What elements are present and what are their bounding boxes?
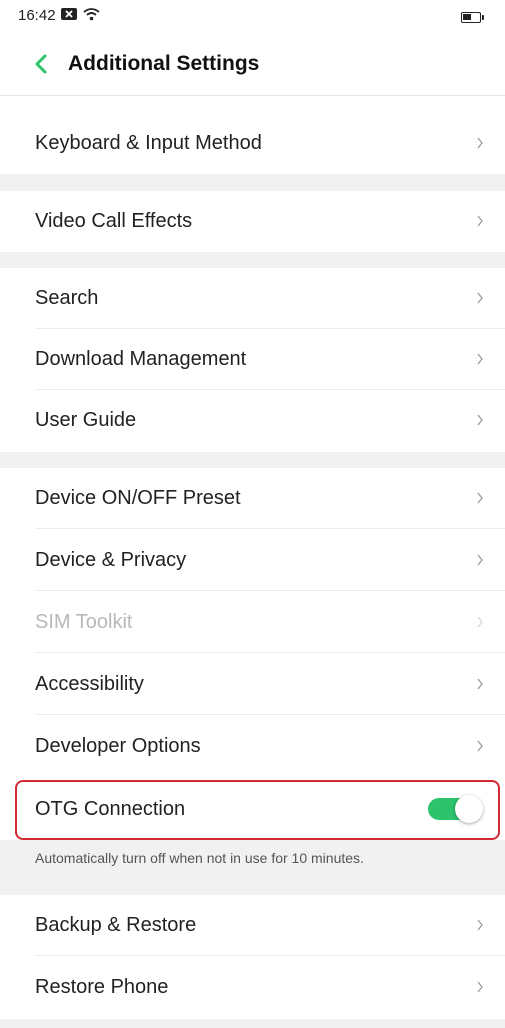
chevron-right-icon — [477, 616, 483, 628]
setting-label: Device & Privacy — [35, 549, 187, 571]
setting-download-management[interactable]: Download Management — [0, 329, 505, 390]
row-separator — [35, 955, 505, 956]
chevron-right-icon — [477, 554, 483, 566]
setting-label: Keyboard & Input Method — [35, 132, 262, 154]
setting-user-guide[interactable]: User Guide — [0, 390, 505, 451]
row-separator — [35, 590, 505, 591]
chevron-right-icon — [477, 492, 483, 504]
chevron-right-icon — [477, 215, 483, 227]
setting-label: User Guide — [35, 409, 137, 431]
status-icons — [61, 7, 100, 26]
setting-label: Video Call Effects — [35, 210, 193, 232]
section-divider — [0, 174, 505, 191]
chevron-left-icon — [35, 54, 47, 74]
otg-note: Automatically turn off when not in use f… — [35, 850, 364, 866]
setting-backup-restore[interactable]: Backup & Restore — [0, 895, 505, 956]
notification-icon — [61, 7, 77, 25]
chevron-right-icon — [477, 740, 483, 752]
setting-label: Backup & Restore — [35, 914, 197, 936]
setting-label: Accessibility — [35, 673, 144, 695]
setting-keyboard-input-method[interactable]: Keyboard & Input Method — [0, 113, 505, 174]
setting-label: Restore Phone — [35, 976, 169, 998]
otg-note-band: Automatically turn off when not in use f… — [0, 840, 505, 895]
setting-label: Search — [35, 287, 99, 309]
chevron-right-icon — [477, 137, 483, 149]
setting-accessibility[interactable]: Accessibility — [0, 654, 505, 715]
setting-device-on-off-preset[interactable]: Device ON/OFF Preset — [0, 468, 505, 529]
setting-label: Developer Options — [35, 735, 201, 757]
setting-label: Device ON/OFF Preset — [35, 487, 241, 509]
section-divider — [0, 452, 505, 468]
setting-developer-options[interactable]: Developer Options — [0, 716, 505, 777]
setting-label: SIM Toolkit — [35, 611, 133, 633]
wifi-icon — [83, 7, 100, 26]
status-time: 16:42 — [18, 7, 56, 24]
chevron-right-icon — [477, 678, 483, 690]
chevron-right-icon — [477, 919, 483, 931]
back-button[interactable] — [26, 49, 56, 79]
battery-level — [463, 14, 471, 20]
chevron-right-icon — [477, 414, 483, 426]
setting-restore-phone[interactable]: Restore Phone — [0, 957, 505, 1018]
setting-sim-toolkit: SIM Toolkit — [0, 592, 505, 653]
otg-toggle-switch[interactable] — [428, 795, 484, 823]
setting-video-call-effects[interactable]: Video Call Effects — [0, 191, 505, 252]
chevron-right-icon — [477, 353, 483, 365]
chevron-right-icon — [477, 981, 483, 993]
section-divider — [0, 252, 505, 268]
section-divider — [0, 1019, 505, 1028]
setting-label: Download Management — [35, 348, 247, 370]
toggle-knob — [455, 795, 483, 823]
header: Additional Settings — [0, 36, 505, 96]
setting-search[interactable]: Search — [0, 268, 505, 329]
row-separator — [35, 528, 505, 529]
chevron-right-icon — [477, 292, 483, 304]
setting-device-privacy[interactable]: Device & Privacy — [0, 530, 505, 591]
battery-icon — [461, 12, 484, 23]
page-title: Additional Settings — [68, 52, 260, 75]
row-separator — [35, 652, 505, 653]
row-separator — [35, 714, 505, 715]
status-bar: 16:42 — [0, 0, 505, 36]
section-divider — [0, 96, 505, 112]
